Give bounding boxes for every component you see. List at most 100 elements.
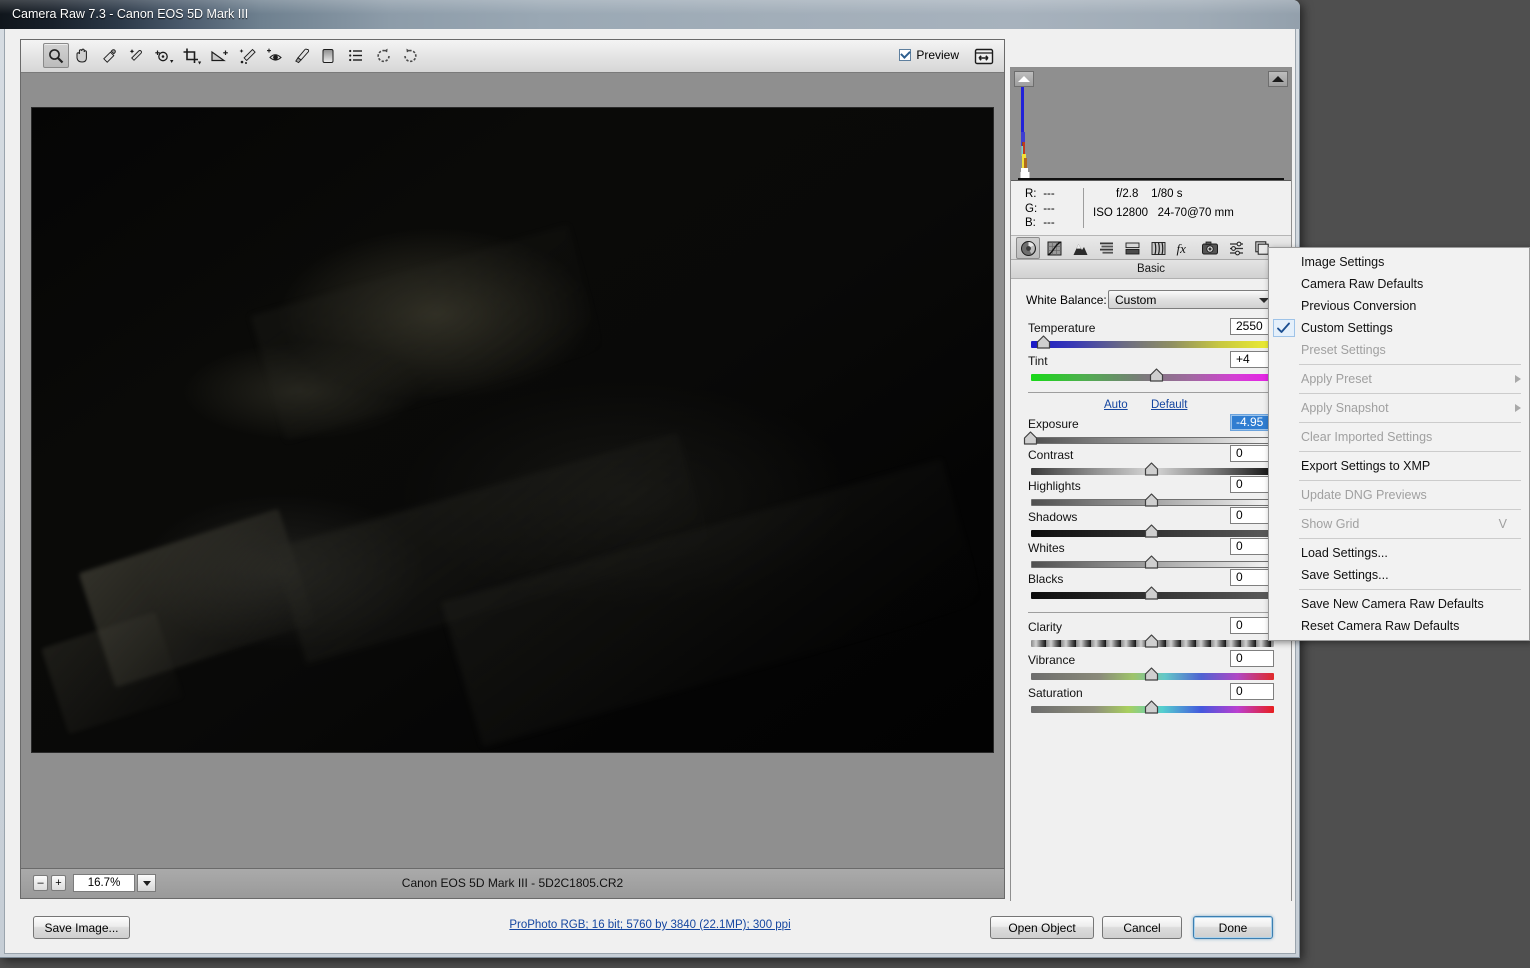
hand-tool[interactable]	[69, 43, 95, 68]
slider-vibrance[interactable]: Vibrance 0	[1028, 650, 1274, 682]
menu-item-shortcut: V	[1498, 517, 1507, 531]
menu-item-save-new-camera-raw-defaults[interactable]: Save New Camera Raw Defaults	[1269, 593, 1529, 615]
slider-tint[interactable]: Tint +4	[1028, 351, 1274, 383]
slider-tint-knob[interactable]	[1149, 368, 1164, 383]
slider-whites[interactable]: Whites 0	[1028, 538, 1274, 570]
menu-item-label: Custom Settings	[1301, 321, 1393, 335]
menu-item-preset-settings: Preset Settings	[1269, 339, 1529, 361]
slider-temperature-track[interactable]	[1031, 341, 1274, 348]
tab-split-toning[interactable]	[1120, 237, 1144, 259]
menu-item-camera-raw-defaults[interactable]: Camera Raw Defaults	[1269, 273, 1529, 295]
slider-vibrance-knob[interactable]	[1144, 667, 1159, 682]
open-object-button[interactable]: Open Object	[990, 916, 1094, 939]
graduated-filter-tool[interactable]	[315, 43, 341, 68]
white-balance-select[interactable]: Custom	[1108, 290, 1276, 309]
preview-label: Preview	[916, 48, 959, 62]
slider-temperature[interactable]: Temperature 2550	[1028, 318, 1274, 350]
tab-detail[interactable]	[1068, 237, 1092, 259]
slider-whites-knob[interactable]	[1144, 555, 1159, 570]
menu-item-label: Previous Conversion	[1301, 299, 1417, 313]
exif-exposure-line: f/2.8 1/80 s	[1116, 188, 1183, 200]
slider-blacks-knob[interactable]	[1144, 586, 1159, 601]
crop-tool[interactable]	[179, 43, 205, 68]
slider-blacks[interactable]: Blacks 0	[1028, 569, 1274, 601]
menu-item-export-settings-to-xmp[interactable]: Export Settings to XMP	[1269, 455, 1529, 477]
slider-exposure-knob[interactable]	[1023, 431, 1038, 446]
g-value: ---	[1043, 202, 1055, 215]
tab-camera-calibration[interactable]	[1198, 237, 1222, 259]
zoom-tool[interactable]	[43, 43, 69, 68]
menu-item-label: Clear Imported Settings	[1301, 430, 1433, 444]
slider-vibrance-label: Vibrance	[1028, 653, 1076, 667]
slider-vibrance-value[interactable]: 0	[1230, 650, 1274, 667]
tab-basic[interactable]	[1016, 237, 1040, 259]
check-icon	[1273, 319, 1295, 337]
tab-lens-corrections[interactable]	[1146, 237, 1170, 259]
slider-exposure[interactable]: Exposure -4.95	[1024, 414, 1274, 446]
slider-shadows-knob[interactable]	[1144, 524, 1159, 539]
divider-1	[1028, 392, 1274, 393]
done-button[interactable]: Done	[1193, 916, 1273, 939]
slider-temperature-knob[interactable]	[1036, 335, 1051, 350]
slider-clarity-label: Clarity	[1028, 620, 1063, 634]
menu-item-load-settings[interactable]: Load Settings...	[1269, 542, 1529, 564]
window-titlebar[interactable]: Camera Raw 7.3 - Canon EOS 5D Mark III	[0, 0, 1300, 29]
slider-exposure-track[interactable]	[1031, 437, 1274, 444]
cancel-button[interactable]: Cancel	[1102, 916, 1182, 939]
default-link[interactable]: Default	[1151, 399, 1187, 411]
info-divider	[1083, 188, 1084, 228]
menu-item-label: Export Settings to XMP	[1301, 459, 1431, 473]
slider-clarity-knob[interactable]	[1144, 634, 1159, 649]
white-balance-value: Custom	[1115, 293, 1157, 307]
menu-item-label: Image Settings	[1301, 255, 1385, 269]
menu-item-previous-conversion[interactable]: Previous Conversion	[1269, 295, 1529, 317]
tab-presets[interactable]	[1224, 237, 1248, 259]
straighten-tool[interactable]	[207, 43, 233, 68]
slider-saturation-value[interactable]: 0	[1230, 683, 1274, 700]
panel-title: Basic	[1136, 263, 1166, 275]
histogram[interactable]	[1011, 68, 1291, 181]
tab-hsl-grayscale[interactable]	[1094, 237, 1118, 259]
b-value: ---	[1043, 217, 1055, 229]
white-balance-row: White Balance: Custom	[1026, 290, 1276, 309]
rotate-clockwise-tool[interactable]	[397, 43, 423, 68]
image-canvas[interactable]	[21, 73, 1004, 868]
g-label: G:	[1025, 202, 1038, 215]
slider-clarity[interactable]: Clarity 0	[1028, 617, 1274, 649]
tab-tone-curve[interactable]	[1042, 237, 1066, 259]
menu-item-custom-settings[interactable]: Custom Settings	[1269, 317, 1529, 339]
image-pane: Preview – + 16.7% Canon EOS 5D Mark III …	[20, 39, 1005, 899]
preview-toggle[interactable]: Preview	[899, 48, 959, 62]
menu-item-save-settings[interactable]: Save Settings...	[1269, 564, 1529, 586]
shadow-clipping-warning[interactable]	[1014, 71, 1034, 87]
slider-shadows[interactable]: Shadows 0	[1028, 507, 1274, 539]
auto-link[interactable]: Auto	[1104, 399, 1128, 411]
menu-item-apply-preset: Apply Preset	[1269, 368, 1529, 390]
adjustment-brush-tool[interactable]	[289, 43, 315, 68]
panel-context-menu[interactable]: Image Settings Camera Raw Defaults Previou…	[1268, 247, 1530, 641]
targeted-adjustment-tool[interactable]	[151, 43, 177, 68]
open-preferences-tool[interactable]	[343, 43, 369, 68]
white-balance-eyedropper-tool[interactable]	[97, 43, 123, 68]
slider-highlights[interactable]: Highlights 0	[1028, 476, 1274, 508]
slider-contrast-knob[interactable]	[1144, 462, 1159, 477]
slider-saturation-knob[interactable]	[1144, 700, 1159, 715]
menu-separator	[1299, 364, 1521, 365]
menu-item-image-settings[interactable]: Image Settings	[1269, 251, 1529, 273]
spot-removal-tool[interactable]	[235, 43, 261, 68]
tab-effects[interactable]: fx	[1172, 237, 1196, 259]
slider-contrast[interactable]: Contrast 0	[1028, 445, 1274, 477]
color-sampler-tool[interactable]	[123, 43, 149, 68]
toggle-fullscreen-icon[interactable]	[972, 46, 996, 66]
window-title: Camera Raw 7.3 - Canon EOS 5D Mark III	[12, 7, 249, 21]
raw-photo-preview[interactable]	[31, 107, 994, 753]
preview-checkbox[interactable]	[899, 48, 912, 61]
slider-saturation[interactable]: Saturation 0	[1028, 683, 1274, 715]
slider-highlights-knob[interactable]	[1144, 493, 1159, 508]
highlight-clipping-warning[interactable]	[1268, 71, 1288, 87]
menu-separator	[1299, 451, 1521, 452]
red-eye-removal-tool[interactable]	[263, 43, 289, 68]
rotate-counterclockwise-tool[interactable]	[371, 43, 397, 68]
menu-separator	[1299, 589, 1521, 590]
menu-item-reset-camera-raw-defaults[interactable]: Reset Camera Raw Defaults	[1269, 615, 1529, 637]
